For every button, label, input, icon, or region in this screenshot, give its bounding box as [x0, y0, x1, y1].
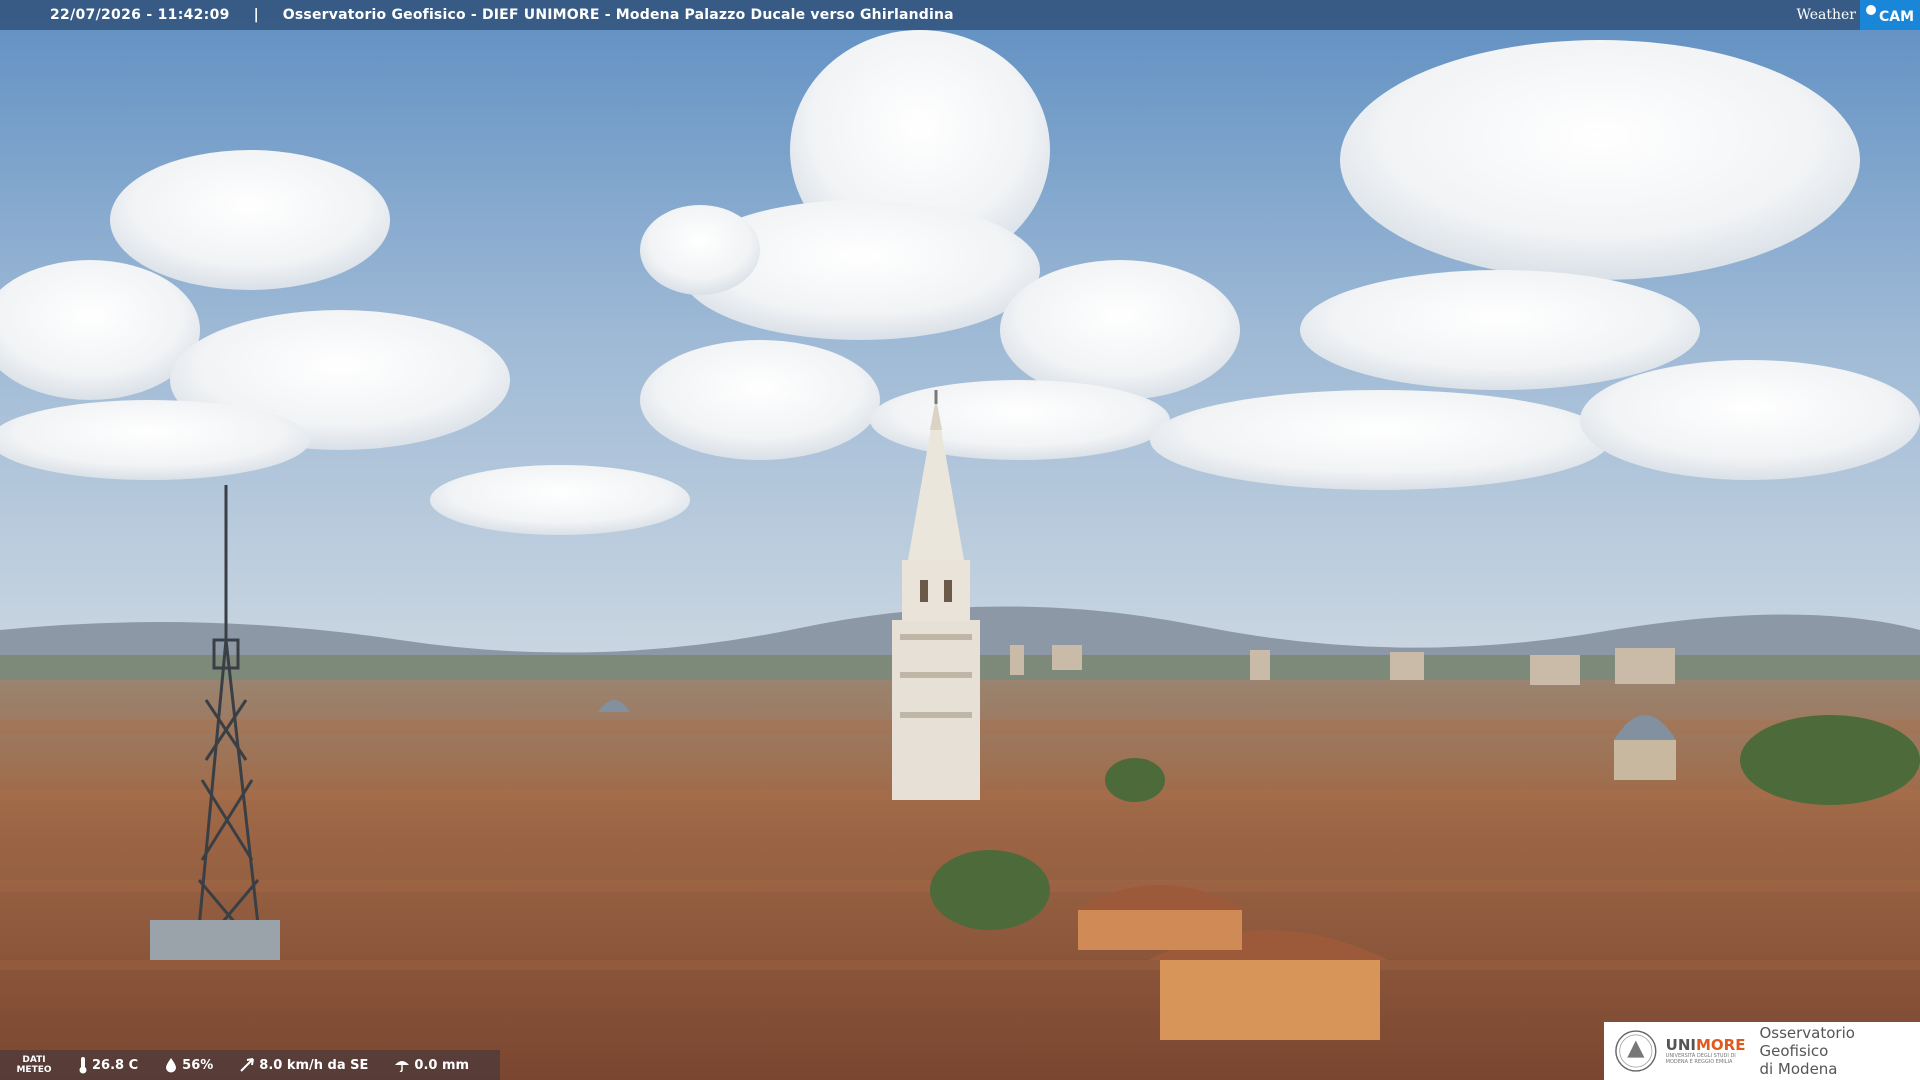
unimore-sub1: UNIVERSITÀ DEGLI STUDI DI — [1665, 1052, 1736, 1059]
rain-reading: 0.0 mm — [394, 1057, 469, 1073]
unimore-wordmark: UNIMORE UNIVERSITÀ DEGLI STUDI DI MODENA… — [1665, 1035, 1746, 1065]
unimore-uni: UNI — [1665, 1035, 1696, 1054]
cam-text: CAM — [1878, 9, 1914, 25]
observatory-line2: di Modena — [1759, 1060, 1838, 1078]
header-separator: | — [253, 7, 259, 23]
timestamp: 22/07/2026 - 11:42:09 — [50, 7, 230, 23]
wind-reading: 8.0 km/h da SE — [239, 1057, 368, 1073]
unimore-seal-icon — [1615, 1030, 1657, 1072]
temperature-value: 26.8 C — [92, 1057, 139, 1073]
weathercam-logo-weather: Weather — [1796, 7, 1856, 23]
meteo-bar: DATI METEO 26.8 C 56% 8.0 km/h da SE 0.0… — [0, 1050, 500, 1080]
camera-location: Osservatorio Geofisico - DIEF UNIMORE - … — [282, 7, 954, 23]
cam-dot-icon — [1865, 5, 1876, 15]
weathercam-logo-cam: CAM — [1859, 0, 1920, 30]
humidity-reading: 56% — [164, 1057, 213, 1073]
droplet-icon — [166, 1058, 177, 1073]
unimore-logo: UNIMORE UNIVERSITÀ DEGLI STUDI DI MODENA… — [1604, 1022, 1920, 1080]
umbrella-icon — [395, 1061, 410, 1073]
weathercam-logo: Weather CAM — [1796, 0, 1920, 30]
header-bar: 22/07/2026 - 11:42:09 | Osservatorio Geo… — [0, 0, 1920, 30]
rain-value: 0.0 mm — [414, 1057, 470, 1073]
wind-value: 8.0 km/h da SE — [259, 1057, 369, 1073]
wind-arrow-icon — [240, 1058, 255, 1072]
meteo-label-line2: METEO — [16, 1065, 52, 1075]
webcam-image — [0, 0, 1920, 1080]
meteo-label-line1: DATI — [22, 1055, 46, 1065]
unimore-sub2: MODENA E REGGIO EMILIA — [1665, 1058, 1733, 1065]
temperature-reading: 26.8 C — [78, 1056, 138, 1074]
observatory-name: Osservatorio Geofisico di Modena — [1759, 1024, 1920, 1078]
unimore-more: MORE — [1695, 1035, 1746, 1054]
meteo-label: DATI METEO — [16, 1055, 52, 1075]
humidity-value: 56% — [182, 1057, 214, 1073]
observatory-line1: Osservatorio Geofisico — [1759, 1024, 1855, 1060]
thermometer-icon — [79, 1057, 87, 1074]
